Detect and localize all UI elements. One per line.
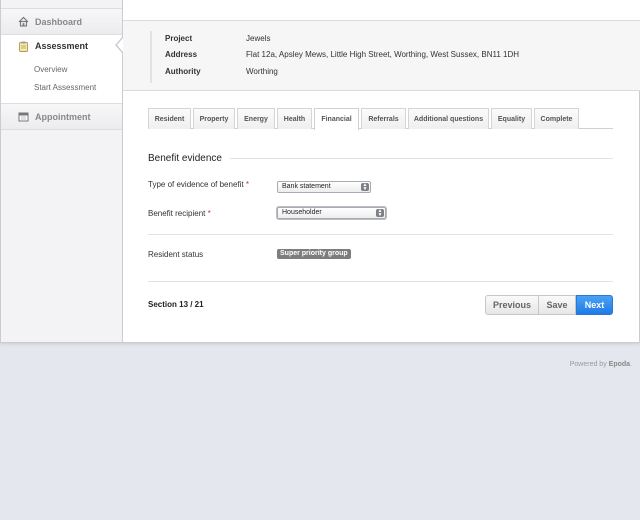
save-button[interactable]: Save [539,295,576,315]
required-marker: * [207,209,211,218]
sidebar-item-label: Appointment [35,111,91,122]
sidebar-item-assessment[interactable]: Assessment [1,35,123,57]
home-icon [18,16,29,27]
form-divider [148,234,613,235]
authority-label: Authority [165,67,201,76]
app-window: Dashboard Assessment Overview Start Asse… [0,0,640,343]
recipient-select[interactable]: Householder ▲ ▼ [277,207,386,219]
sidebar-item-appointment[interactable]: Appointment [1,104,122,130]
project-label: Project [165,34,193,43]
status-badge: Super priority group [277,249,351,259]
assessment-tabs: Resident Property Energy Health Financia… [148,108,613,130]
evidence-select[interactable]: Bank statement ▲ ▼ [277,181,371,193]
recipient-label-text: Benefit recipient [148,209,206,218]
section-title: Benefit evidence [148,153,222,164]
sidebar-item-label: Dashboard [35,16,83,27]
footer: Powered by Epoda. [570,361,632,368]
clipboard-icon [18,41,29,52]
footer-brand-link[interactable]: Epoda [609,361,630,368]
tab-complete[interactable]: Complete [534,108,579,129]
assessment-submenu: Overview Start Assessment [1,57,122,104]
evidence-field-label: Type of evidence of benefit * [148,180,249,189]
next-button[interactable]: Next [576,295,613,315]
tab-health[interactable]: Health [277,108,312,129]
authority-value: Worthing [246,67,278,76]
top-strip [123,0,640,21]
recipient-select-value: Householder [282,209,322,216]
form-divider [148,281,613,282]
sidebar-item-label: Assessment [35,41,89,51]
section-divider [230,158,613,159]
project-info-panel: Project Jewels Address Flat 12a, Apsley … [123,21,640,91]
tab-resident[interactable]: Resident [148,108,191,129]
sidebar-subitem-overview[interactable]: Overview [1,61,122,79]
tab-referrals[interactable]: Referrals [361,108,406,129]
address-label: Address [165,50,198,59]
sidebar-subitem-start-assessment[interactable]: Start Assessment [1,79,122,97]
footer-prefix: Powered by [569,361,607,368]
tab-energy[interactable]: Energy [237,108,275,129]
address-value: Flat 12a, Apsley Mews, Little High Stree… [246,50,520,59]
select-arrows-icon: ▲ ▼ [361,182,369,192]
tab-equality[interactable]: Equality [491,108,532,129]
evidence-label-text: Type of evidence of benefit [148,180,244,189]
required-marker: * [245,180,249,189]
section-counter: Section 13 / 21 [148,300,204,309]
previous-button[interactable]: Previous [485,295,539,315]
evidence-select-value: Bank statement [282,183,331,190]
tab-property[interactable]: Property [193,108,235,129]
footer-suffix: . [630,361,632,368]
sidebar: Dashboard Assessment Overview Start Asse… [1,0,123,342]
project-value: Jewels [246,34,271,43]
pager-buttons: Previous Save Next [485,295,613,315]
sidebar-item-dashboard[interactable]: Dashboard [1,9,122,35]
info-divider [150,31,152,83]
tab-financial[interactable]: Financial [314,108,359,130]
tab-additional-questions[interactable]: Additional questions [408,108,489,129]
calendar-icon [18,111,29,122]
recipient-field-label: Benefit recipient * [148,209,211,218]
sidebar-top-gap [1,0,122,9]
select-arrows-icon: ▲ ▼ [376,208,384,218]
resident-status-label: Resident status [148,250,204,259]
